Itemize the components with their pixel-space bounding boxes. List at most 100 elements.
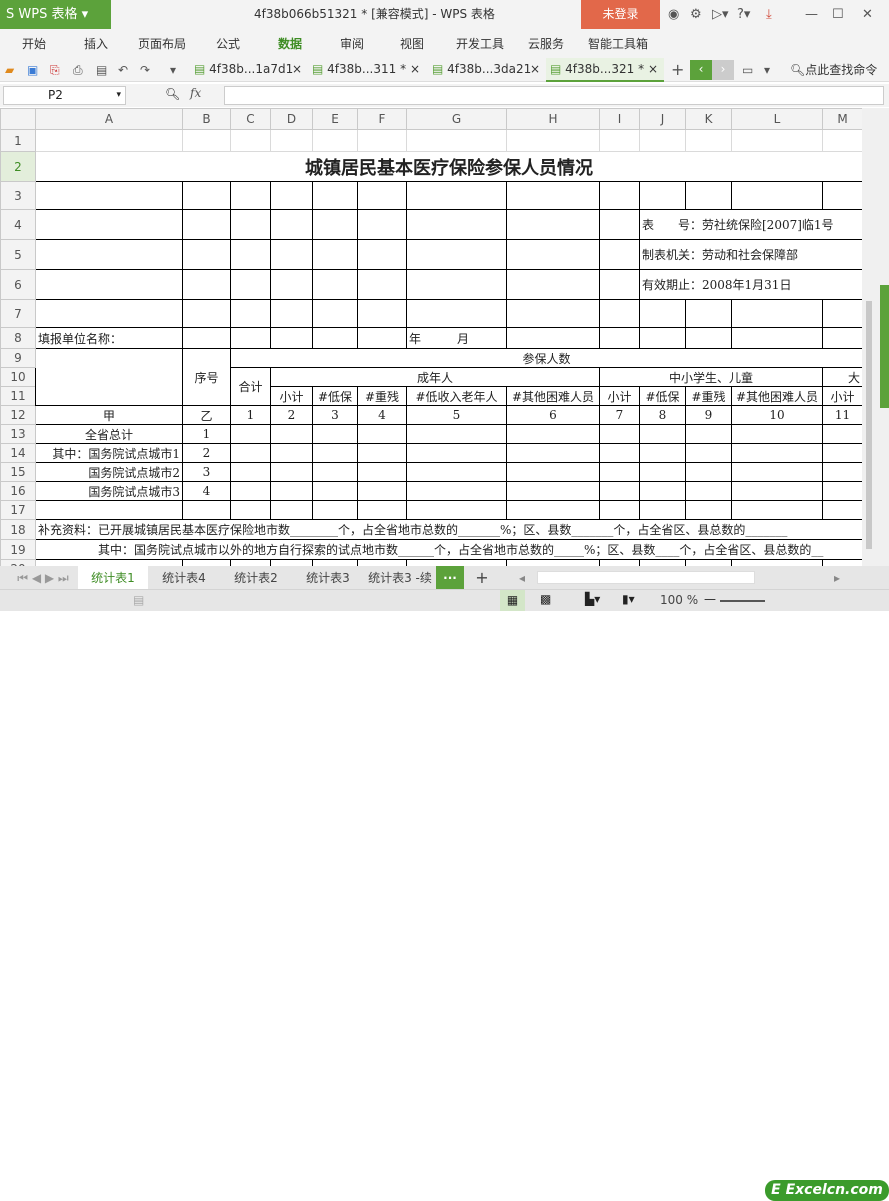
- download-icon[interactable]: ⤓: [766, 0, 772, 29]
- cell[interactable]: [182, 181, 231, 210]
- cell[interactable]: 参保人数: [230, 348, 862, 368]
- cell[interactable]: [357, 129, 407, 152]
- close-tab-icon[interactable]: ×: [292, 58, 302, 80]
- login-button[interactable]: 未登录: [581, 0, 660, 29]
- cell[interactable]: 1: [182, 424, 231, 444]
- cell[interactable]: [312, 327, 358, 349]
- cell[interactable]: 全省总计: [35, 424, 183, 444]
- cell[interactable]: [270, 209, 313, 240]
- redo-icon[interactable]: ↷: [140, 61, 150, 79]
- cell[interactable]: [182, 500, 231, 520]
- cell[interactable]: [230, 209, 271, 240]
- hscroll-right-icon[interactable]: ▸: [830, 566, 844, 589]
- row-header[interactable]: 15: [0, 462, 36, 482]
- cell[interactable]: [270, 129, 313, 152]
- cell[interactable]: [506, 299, 600, 328]
- settings-icon[interactable]: ⚙: [690, 0, 702, 29]
- menu-tab-2[interactable]: 页面布局: [138, 29, 186, 60]
- cell[interactable]: [599, 239, 640, 270]
- cell[interactable]: [357, 424, 407, 444]
- column-header[interactable]: L: [731, 108, 823, 130]
- cell[interactable]: [230, 481, 271, 501]
- row-header[interactable]: 12: [0, 405, 36, 425]
- cell[interactable]: [639, 443, 686, 463]
- zoom-out-icon[interactable]: —: [704, 592, 716, 606]
- cell[interactable]: [639, 481, 686, 501]
- maximize-icon[interactable]: ☐: [832, 0, 844, 29]
- cell[interactable]: [182, 269, 231, 300]
- cell[interactable]: [270, 327, 313, 349]
- cell[interactable]: #低保: [639, 386, 686, 406]
- cell[interactable]: [270, 299, 313, 328]
- cell[interactable]: [270, 481, 313, 501]
- row-header[interactable]: 4: [0, 209, 36, 240]
- cell[interactable]: [35, 209, 183, 240]
- document-tab[interactable]: ▤ 4f38b...321 * ×: [546, 58, 664, 82]
- column-header[interactable]: D: [270, 108, 313, 130]
- cell[interactable]: [822, 500, 862, 520]
- cell[interactable]: 其中：国务院试点城市1: [35, 443, 183, 463]
- cell[interactable]: 8: [639, 405, 686, 425]
- cell[interactable]: [406, 239, 507, 270]
- cell[interactable]: [685, 443, 732, 463]
- sheet-tab[interactable]: 统计表2: [220, 566, 292, 589]
- cell[interactable]: [230, 327, 271, 349]
- eye-protection-icon[interactable]: ▮▾: [622, 592, 635, 606]
- cell[interactable]: 表 号：劳社统保险[2007]临1号: [639, 209, 862, 240]
- cell[interactable]: [357, 443, 407, 463]
- menu-tab-7[interactable]: 开发工具: [456, 29, 504, 60]
- open-icon[interactable]: ▰: [5, 61, 14, 79]
- cell[interactable]: [406, 299, 507, 328]
- cell[interactable]: [685, 500, 732, 520]
- cell[interactable]: 4: [182, 481, 231, 501]
- cell[interactable]: [506, 129, 600, 152]
- cell[interactable]: [731, 424, 823, 444]
- zoom-level[interactable]: 100 %: [660, 593, 698, 607]
- cell[interactable]: [357, 239, 407, 270]
- cell[interactable]: [685, 129, 732, 152]
- cell[interactable]: [406, 129, 507, 152]
- cell[interactable]: [506, 500, 600, 520]
- new-tab-icon[interactable]: +: [671, 61, 684, 79]
- cell[interactable]: [357, 500, 407, 520]
- help-icon[interactable]: ?▾: [737, 0, 750, 29]
- cell[interactable]: [230, 500, 271, 520]
- column-header[interactable]: G: [406, 108, 507, 130]
- cell[interactable]: [599, 462, 640, 482]
- cell[interactable]: [822, 299, 862, 328]
- cell[interactable]: #重残: [357, 386, 407, 406]
- cell[interactable]: [731, 443, 823, 463]
- cell[interactable]: [270, 462, 313, 482]
- cell[interactable]: [312, 269, 358, 300]
- cell[interactable]: [639, 129, 686, 152]
- cell[interactable]: [270, 443, 313, 463]
- cell[interactable]: [182, 209, 231, 240]
- menu-tab-5[interactable]: 审阅: [340, 29, 364, 60]
- cell[interactable]: [357, 481, 407, 501]
- tab-list-icon[interactable]: ▾: [764, 61, 770, 79]
- cell[interactable]: [599, 209, 640, 240]
- cell[interactable]: 国务院试点城市3: [35, 481, 183, 501]
- hscroll-left-icon[interactable]: ◂: [515, 566, 529, 589]
- cell[interactable]: [822, 481, 862, 501]
- cell[interactable]: 填报单位名称：: [35, 327, 183, 349]
- cell[interactable]: [822, 181, 862, 210]
- side-panel-toggle[interactable]: [880, 285, 889, 408]
- cell[interactable]: [270, 181, 313, 210]
- cell[interactable]: [506, 327, 600, 349]
- cell[interactable]: [312, 481, 358, 501]
- cell[interactable]: [35, 348, 183, 406]
- cell[interactable]: [35, 299, 183, 328]
- row-header[interactable]: 7: [0, 299, 36, 328]
- more-sheets-icon[interactable]: ···: [436, 566, 464, 589]
- undo-icon[interactable]: ↶: [118, 61, 128, 79]
- cell[interactable]: [731, 299, 823, 328]
- cell[interactable]: [230, 299, 271, 328]
- cell[interactable]: [406, 462, 507, 482]
- cell[interactable]: [182, 239, 231, 270]
- sheet-tab[interactable]: 统计表1: [78, 566, 148, 589]
- cell[interactable]: [599, 424, 640, 444]
- cell[interactable]: [822, 129, 862, 152]
- cell[interactable]: 10: [731, 405, 823, 425]
- cell[interactable]: [599, 181, 640, 210]
